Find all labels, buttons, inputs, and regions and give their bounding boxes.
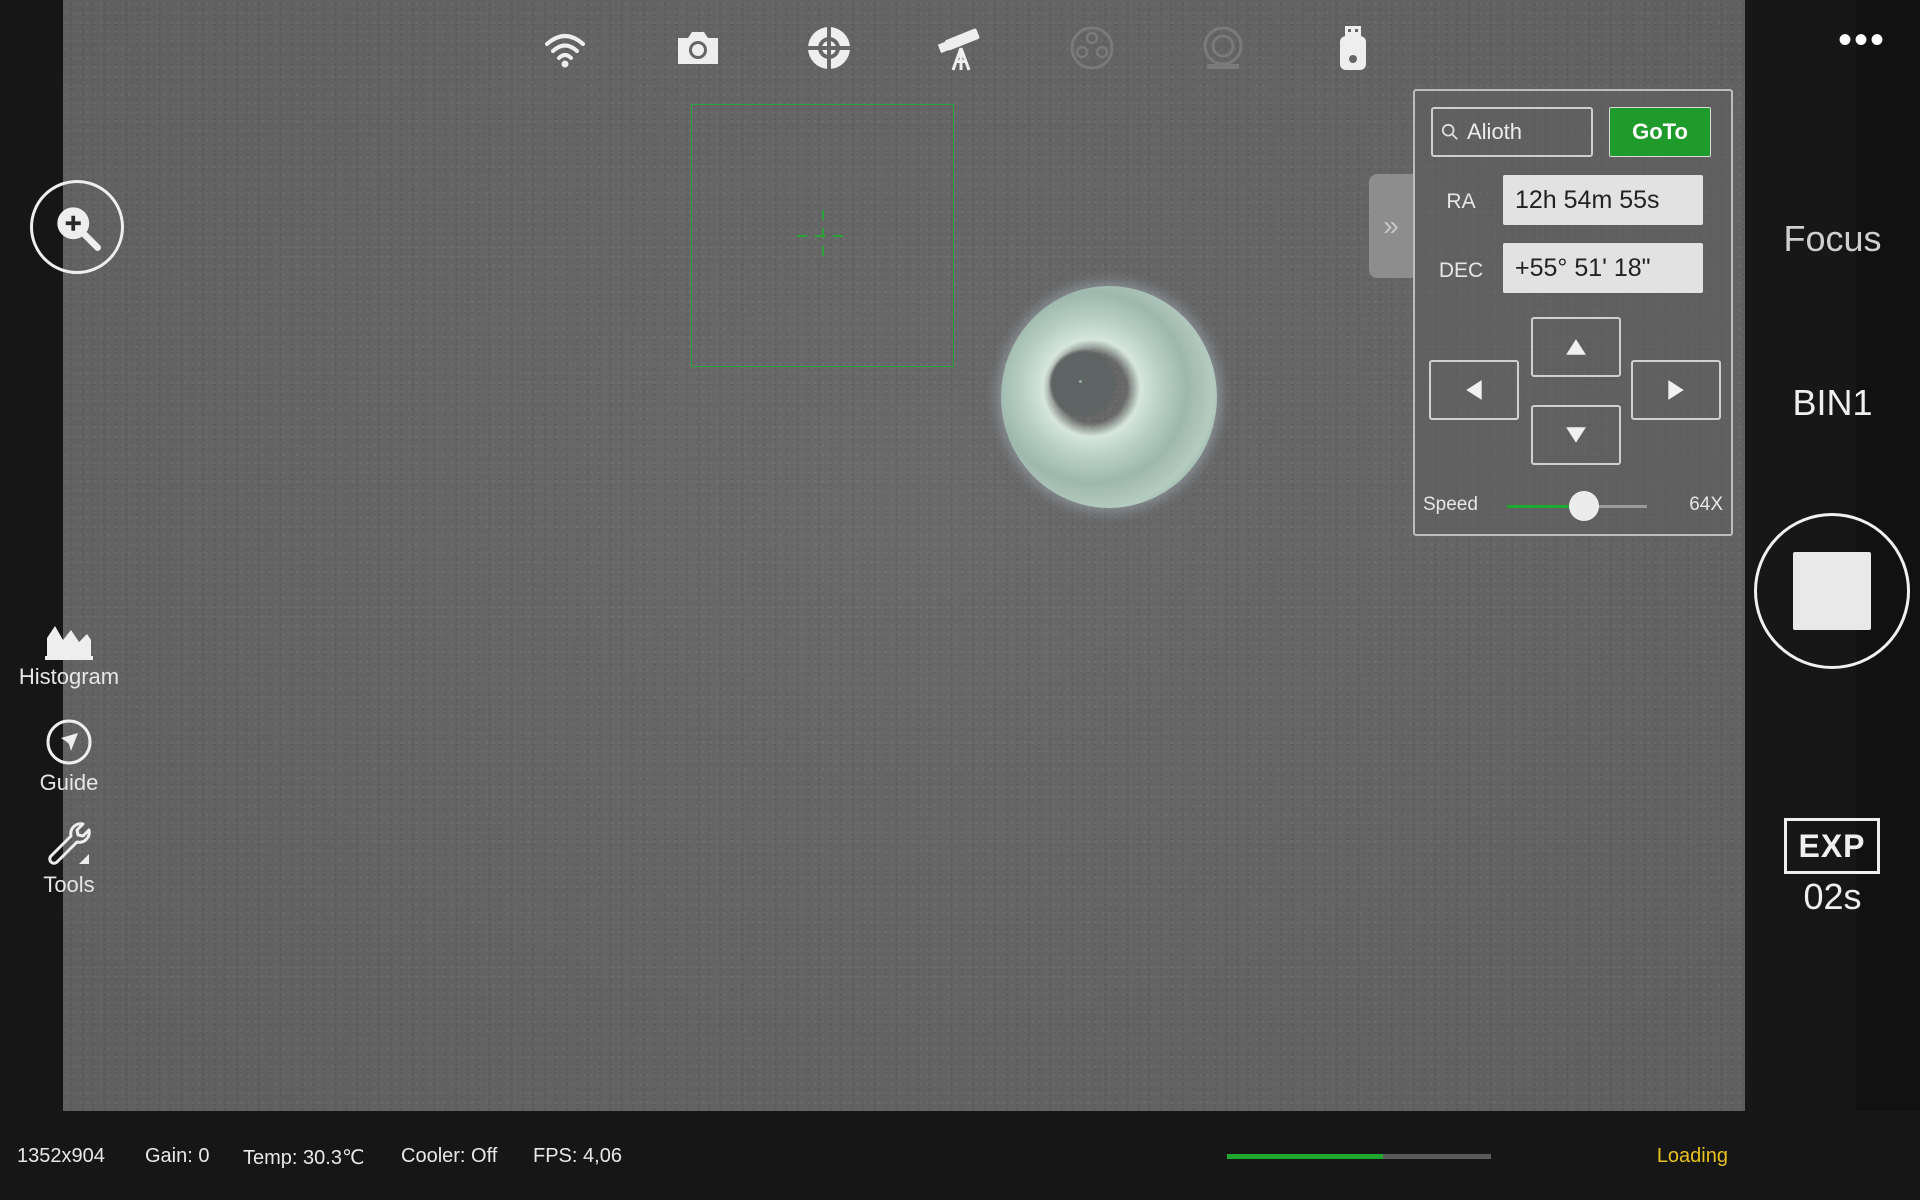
focuser-icon[interactable] (1195, 20, 1251, 76)
zoom-in-icon (57, 207, 101, 251)
speed-value: 64X (1689, 494, 1723, 515)
status-resolution: 1352x904 (17, 1145, 105, 1167)
stop-icon (1793, 552, 1871, 630)
guide-label: Guide (39, 770, 99, 795)
wrench-icon (48, 822, 91, 865)
telescope-mount-icon[interactable] (933, 20, 989, 76)
arrow-up-icon (1566, 339, 1586, 355)
ra-value-field[interactable]: 12h 54m 55s (1503, 175, 1703, 225)
more-options-button[interactable]: ••• (1838, 20, 1886, 60)
status-gain: Gain: 0 (145, 1145, 210, 1167)
mount-control-panel: GoTo RA 12h 54m 55s DEC +55° 51' 18" Spe… (1413, 89, 1733, 536)
speed-slider-knob[interactable] (1569, 491, 1599, 521)
arrow-down-icon (1566, 427, 1586, 443)
double-chevron-right-icon: » (1383, 210, 1399, 241)
left-panel (0, 0, 63, 1111)
guide-compass-icon (46, 719, 92, 765)
goto-button[interactable]: GoTo (1609, 107, 1711, 157)
loading-status-text: Loading (1656, 1145, 1728, 1167)
slew-west-button[interactable] (1429, 360, 1519, 420)
slew-north-button[interactable] (1531, 317, 1621, 377)
capture-stop-button[interactable] (1754, 513, 1910, 669)
speed-slider[interactable] (1507, 491, 1647, 521)
status-temperature: Temp: 30.3℃ (243, 1147, 365, 1169)
histogram-icon (45, 626, 93, 660)
ra-label: RA (1446, 190, 1476, 213)
slew-east-button[interactable] (1631, 360, 1721, 420)
app-root: Histogram Guide Tools » GoTo RA 12h 54m (0, 0, 1920, 1200)
exposure-value: 02s (1803, 876, 1862, 917)
slew-south-button[interactable] (1531, 405, 1621, 465)
histogram-label: Histogram (18, 664, 120, 689)
status-fps: FPS: 4,06 (533, 1145, 622, 1167)
filter-wheel-icon[interactable] (1064, 20, 1120, 76)
camera-icon[interactable] (670, 20, 726, 76)
star-center (1079, 380, 1082, 383)
status-cooler: Cooler: Off (401, 1145, 498, 1167)
exposure-button[interactable]: EXP (1784, 818, 1880, 874)
target-search-input[interactable] (1465, 118, 1589, 146)
loading-progress-bar (1227, 1154, 1491, 1159)
usb-drive-icon[interactable] (1325, 20, 1381, 76)
mount-panel-collapse-tab[interactable]: » (1369, 174, 1413, 278)
tools-button[interactable]: Tools (0, 820, 138, 898)
defocused-star (1001, 286, 1217, 508)
tools-label: Tools (43, 872, 95, 897)
arrow-right-icon (1668, 380, 1684, 400)
focus-crosshair-vertical (822, 210, 824, 260)
guide-button[interactable]: Guide (0, 718, 138, 796)
dec-value-field[interactable]: +55° 51' 18" (1503, 243, 1703, 293)
crosshair-target-icon[interactable] (801, 20, 857, 76)
target-search-box[interactable] (1431, 107, 1593, 157)
focus-mode-button[interactable]: Focus (1745, 218, 1920, 260)
search-icon (1441, 123, 1458, 140)
focus-region-box[interactable] (691, 104, 954, 367)
speed-label: Speed (1423, 494, 1478, 515)
histogram-button[interactable]: Histogram (0, 620, 138, 690)
arrow-left-icon (1466, 380, 1482, 400)
wifi-icon[interactable] (537, 20, 593, 76)
binning-button[interactable]: BIN1 (1745, 382, 1920, 424)
dec-label: DEC (1438, 259, 1484, 282)
loading-progress-fill (1227, 1154, 1383, 1159)
zoom-in-button[interactable] (30, 180, 124, 274)
status-bar: 1352x904 Gain: 0 Temp: 30.3℃ Cooler: Off… (0, 1111, 1920, 1200)
